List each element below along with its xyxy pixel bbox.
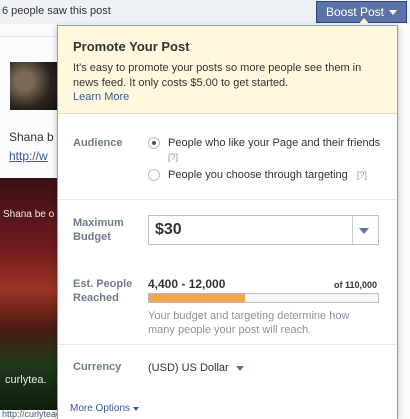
reach-progress-bar: [148, 293, 379, 303]
learn-more-link[interactable]: Learn More: [73, 91, 129, 103]
select-divider: [352, 216, 353, 244]
help-icon[interactable]: [?]: [357, 170, 367, 180]
audience-option-fans[interactable]: People who like your Page and their frie…: [168, 136, 380, 164]
image-caption-top: Shana be o: [3, 209, 55, 220]
chevron-down-icon: [133, 406, 140, 411]
reach-progress-fill: [149, 294, 246, 302]
post-reach-text: 6 people saw this post: [2, 5, 111, 17]
budget-select[interactable]: $30: [148, 215, 379, 245]
reach-label: Est. People Reached: [73, 278, 133, 304]
audience-radio-fans[interactable]: [148, 137, 160, 149]
dialog-title: Promote Your Post: [73, 39, 190, 54]
currency-select[interactable]: (USD) US Dollar: [148, 362, 244, 374]
post-image[interactable]: Shana be o curlytea.: [0, 178, 62, 410]
chevron-down-icon: [235, 365, 244, 371]
audience-radio-targeting[interactable]: [148, 169, 160, 181]
more-options-link[interactable]: More Options: [70, 403, 140, 414]
reach-total: of 110,000: [333, 280, 377, 290]
divider: [0, 36, 60, 37]
audience-option-fans-label: People who like your Page and their frie…: [168, 137, 381, 149]
reach-note: Your budget and targeting determine how …: [148, 310, 350, 336]
audience-option-targeting-label: People you choose through targeting: [168, 169, 348, 181]
budget-value: $30: [155, 221, 182, 238]
currency-label: Currency: [73, 361, 122, 373]
image-caption-bottom: curlytea.: [5, 374, 47, 386]
promote-post-dialog: Promote Your Post It's easy to promote y…: [57, 25, 398, 419]
chevron-down-icon[interactable]: [359, 228, 369, 234]
divider: [58, 199, 397, 200]
audience-label: Audience: [73, 137, 123, 149]
chevron-down-icon: [389, 9, 398, 15]
post-link[interactable]: http://w: [9, 149, 48, 163]
audience-option-targeting[interactable]: People you choose through targeting [?]: [168, 168, 367, 182]
post-thumbnail[interactable]: [10, 62, 58, 110]
boost-post-label: Boost Post: [325, 5, 385, 19]
budget-label: Maximum Budget: [73, 217, 124, 243]
currency-value: (USD) US Dollar: [148, 362, 229, 374]
dialog-description: It's easy to promote your posts so more …: [73, 62, 362, 89]
post-author-text: Shana b: [9, 130, 54, 144]
more-options-label: More Options: [70, 403, 131, 414]
divider: [58, 344, 397, 345]
dialog-header: Promote Your Post It's easy to promote y…: [58, 26, 397, 114]
reach-range: 4,400 - 12,000: [148, 277, 226, 291]
help-icon[interactable]: [?]: [168, 152, 178, 162]
